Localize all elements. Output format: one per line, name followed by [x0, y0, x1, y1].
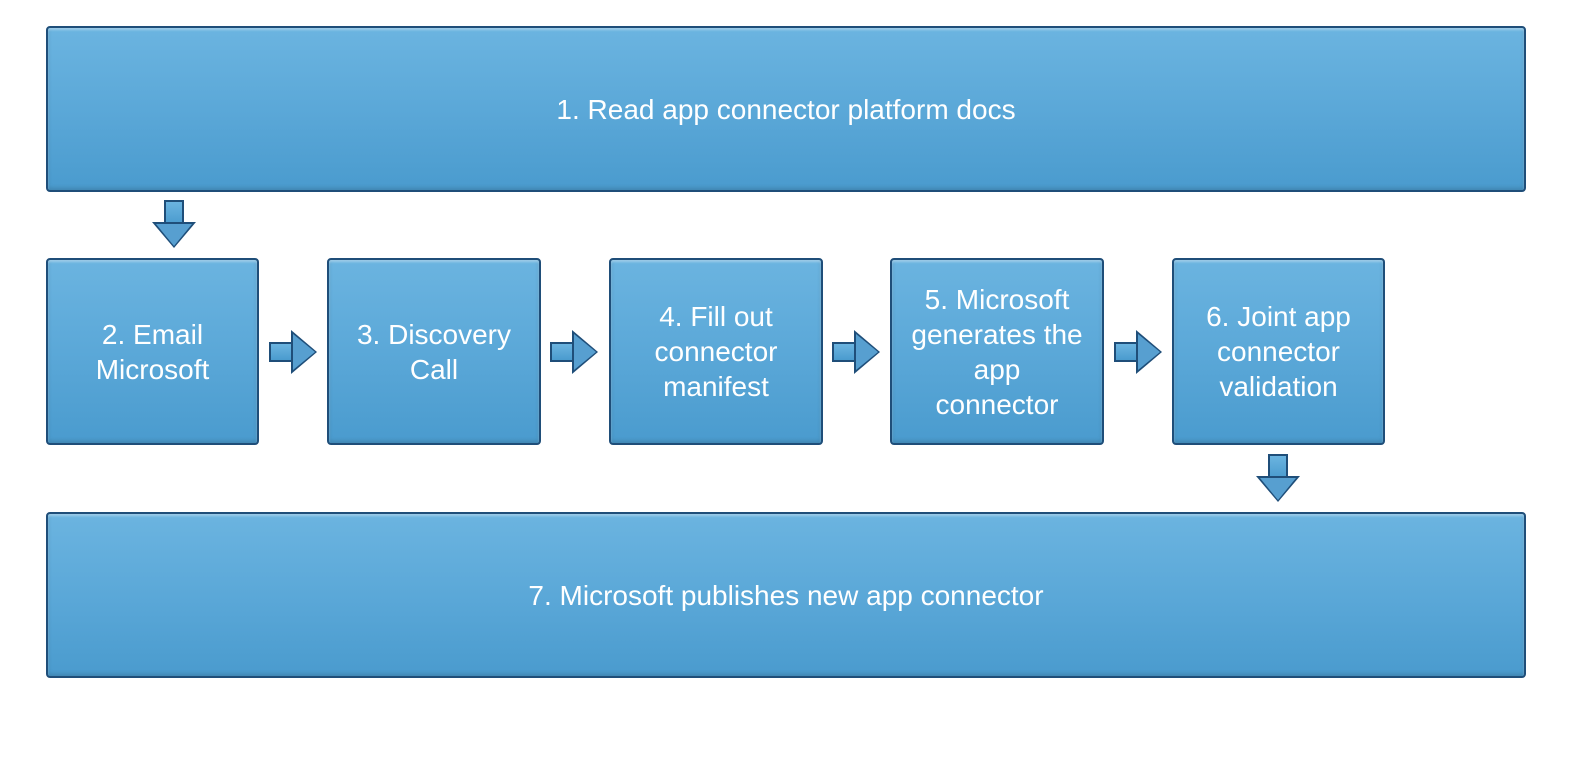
arrow-down-icon: [152, 200, 196, 248]
step-5-label: 5. Microsoft generates the app connector: [910, 282, 1084, 422]
step-7-label: 7. Microsoft publishes new app connector: [528, 578, 1043, 613]
arrow-right-icon: [550, 330, 598, 374]
arrow-down-icon: [1256, 454, 1300, 502]
flow-diagram: 1. Read app connector platform docs 2. E…: [0, 0, 1576, 768]
step-1-label: 1. Read app connector platform docs: [556, 92, 1015, 127]
step-6-label: 6. Joint app connector validation: [1192, 299, 1365, 404]
step-6-box: 6. Joint app connector validation: [1172, 258, 1385, 445]
step-3-box: 3. Discovery Call: [327, 258, 541, 445]
arrow-right-icon: [832, 330, 880, 374]
arrow-right-icon: [1114, 330, 1162, 374]
step-4-box: 4. Fill out connector manifest: [609, 258, 823, 445]
step-1-box: 1. Read app connector platform docs: [46, 26, 1526, 192]
step-5-box: 5. Microsoft generates the app connector: [890, 258, 1104, 445]
arrow-right-icon: [269, 330, 317, 374]
step-2-label: 2. Email Microsoft: [66, 317, 239, 387]
step-7-box: 7. Microsoft publishes new app connector: [46, 512, 1526, 678]
step-2-box: 2. Email Microsoft: [46, 258, 259, 445]
step-4-label: 4. Fill out connector manifest: [629, 299, 803, 404]
step-3-label: 3. Discovery Call: [347, 317, 521, 387]
